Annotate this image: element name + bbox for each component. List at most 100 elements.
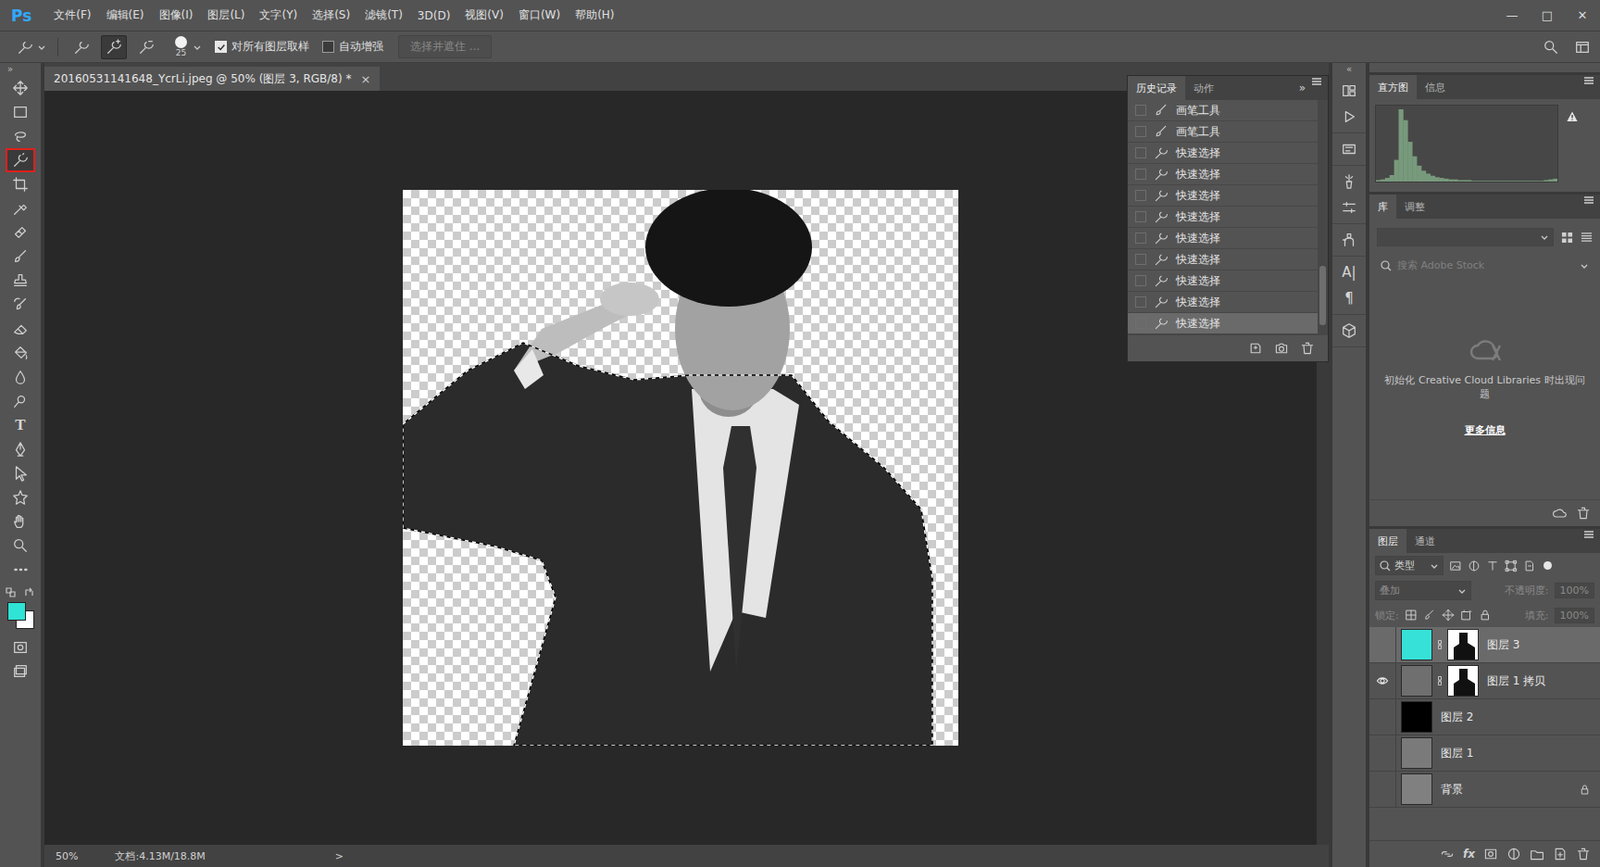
menu-item[interactable]: 图层(L) — [200, 7, 252, 24]
tool-button[interactable] — [5, 509, 36, 534]
default-colors-icon[interactable] — [5, 587, 17, 599]
panel-icon[interactable] — [1340, 173, 1358, 190]
panel-menu-icon[interactable] — [1311, 75, 1323, 88]
snapshot-source-box[interactable] — [1135, 189, 1147, 201]
tool-button[interactable] — [5, 196, 36, 221]
layer-filter-icon[interactable] — [1486, 559, 1500, 573]
panel-tab[interactable]: 历史记录 — [1127, 75, 1186, 100]
snapshot-source-box[interactable] — [1135, 168, 1147, 180]
tool-button[interactable] — [5, 220, 36, 245]
list-view-icon[interactable] — [1580, 231, 1593, 244]
lock-option-icon[interactable] — [1441, 608, 1455, 622]
tool-button[interactable] — [5, 557, 36, 582]
foreground-color-swatch[interactable] — [7, 601, 26, 621]
photo[interactable] — [402, 189, 959, 746]
history-item[interactable]: 快速选择 — [1127, 163, 1318, 186]
history-item[interactable]: 快速选择 — [1127, 185, 1318, 207]
history-item[interactable]: 快速选择 — [1127, 270, 1318, 292]
more-info-link[interactable]: 更多信息 — [1464, 423, 1506, 438]
panel-icon[interactable] — [1340, 199, 1358, 216]
panel-tab[interactable]: 调整 — [1396, 194, 1434, 219]
tool-button[interactable] — [5, 533, 36, 558]
toolbar-collapse[interactable]: » — [0, 62, 13, 76]
brush-picker[interactable]: 25 — [175, 36, 202, 58]
history-item[interactable]: 画笔工具 — [1127, 100, 1318, 122]
panel-tab[interactable]: 通道 — [1406, 528, 1444, 553]
visibility-toggle[interactable] — [1369, 662, 1397, 700]
snapshot-source-box[interactable] — [1135, 275, 1147, 287]
link-layers-icon[interactable] — [1439, 846, 1455, 862]
tool-button[interactable] — [5, 340, 36, 365]
snapshot-source-box[interactable] — [1135, 104, 1147, 116]
blend-mode-dropdown[interactable]: 叠加 — [1375, 580, 1472, 600]
panel-icon[interactable] — [1340, 82, 1358, 100]
layer-mask-thumbnail[interactable] — [1447, 628, 1479, 661]
tool-button[interactable] — [5, 124, 36, 149]
menu-item[interactable]: 3D(D) — [410, 9, 458, 23]
cloud-sync-icon[interactable] — [1551, 505, 1567, 521]
panel-menu-icon[interactable] — [1583, 194, 1595, 206]
layer-action-icon[interactable] — [1483, 846, 1499, 862]
layer-action-icon[interactable] — [1529, 846, 1545, 862]
camera-icon[interactable] — [1274, 340, 1289, 356]
tool-button[interactable] — [5, 268, 36, 293]
history-item[interactable]: 快速选择 — [1127, 227, 1318, 250]
panel-tab[interactable]: 动作 — [1185, 75, 1223, 100]
trash-icon[interactable] — [1300, 340, 1315, 356]
tool-button[interactable] — [5, 388, 36, 413]
tool-button[interactable]: T — [5, 412, 36, 438]
tool-button[interactable] — [5, 364, 36, 389]
opacity-field[interactable]: 100% — [1554, 582, 1595, 599]
window-control[interactable]: ✕ — [1564, 8, 1600, 23]
layer-style-button[interactable]: fx — [1462, 847, 1475, 861]
panel-tab[interactable]: 库 — [1369, 194, 1397, 219]
library-dropdown[interactable] — [1376, 227, 1554, 247]
panel-icon[interactable] — [1340, 108, 1358, 125]
layer-filter-dropdown[interactable]: 类型 — [1375, 555, 1444, 575]
history-scrollbar[interactable] — [1317, 100, 1328, 335]
tool-button[interactable] — [5, 485, 36, 510]
menu-item[interactable]: 选择(S) — [304, 7, 358, 24]
text-panel-button[interactable]: A| — [1341, 263, 1356, 281]
filter-toggle[interactable] — [1543, 561, 1552, 570]
tool-button[interactable] — [5, 172, 36, 197]
visibility-toggle[interactable] — [1369, 699, 1397, 736]
window-control[interactable]: □ — [1529, 8, 1565, 23]
warning-icon[interactable] — [1565, 110, 1579, 124]
layer-filter-icon[interactable] — [1467, 559, 1481, 573]
layer-action-icon[interactable] — [1506, 846, 1522, 862]
visibility-toggle[interactable] — [1369, 735, 1397, 772]
strip-collapse[interactable]: « — [1346, 62, 1352, 75]
option-checkbox[interactable]: 对所有图层取样 — [214, 38, 310, 55]
history-item[interactable]: 快速选择 — [1127, 291, 1318, 313]
menu-item[interactable]: 编辑(E) — [99, 7, 152, 24]
tool-button[interactable] — [5, 148, 36, 173]
tool-button[interactable] — [5, 437, 36, 462]
quick-mask-button[interactable] — [5, 635, 36, 660]
panel-expand[interactable]: » — [1299, 75, 1306, 100]
menu-item[interactable]: 图像(I) — [151, 7, 201, 24]
tool-button[interactable] — [5, 244, 36, 269]
snapshot-source-box[interactable] — [1135, 317, 1147, 329]
option-checkbox[interactable]: 自动增强 — [322, 38, 384, 55]
tool-button[interactable] — [5, 100, 36, 125]
lock-option-icon[interactable] — [1478, 608, 1492, 622]
workspace-icon[interactable] — [1574, 38, 1591, 56]
snapshot-source-box[interactable] — [1135, 253, 1147, 265]
history-item[interactable]: 快速选择 — [1127, 142, 1318, 164]
layer-row[interactable]: 图层 1 — [1369, 735, 1600, 772]
search-icon[interactable] — [1542, 38, 1560, 56]
history-item[interactable]: 快速选择 — [1127, 206, 1318, 228]
layer-row[interactable]: 图层 1 拷贝 — [1369, 662, 1600, 700]
new-document-icon[interactable] — [1248, 340, 1263, 356]
menu-item[interactable]: 窗口(W) — [511, 7, 568, 24]
layer-filter-icon[interactable] — [1523, 559, 1537, 573]
tool-button[interactable] — [5, 292, 36, 317]
layer-row[interactable]: 图层 2 — [1369, 699, 1600, 736]
panel-menu-icon[interactable] — [1583, 528, 1595, 540]
tool-button[interactable] — [5, 316, 36, 341]
checkbox-box[interactable] — [214, 40, 227, 53]
text-panel-button[interactable]: ¶ — [1344, 289, 1354, 307]
mask-link-icon[interactable] — [1437, 674, 1443, 688]
swap-colors-icon[interactable] — [24, 587, 36, 599]
